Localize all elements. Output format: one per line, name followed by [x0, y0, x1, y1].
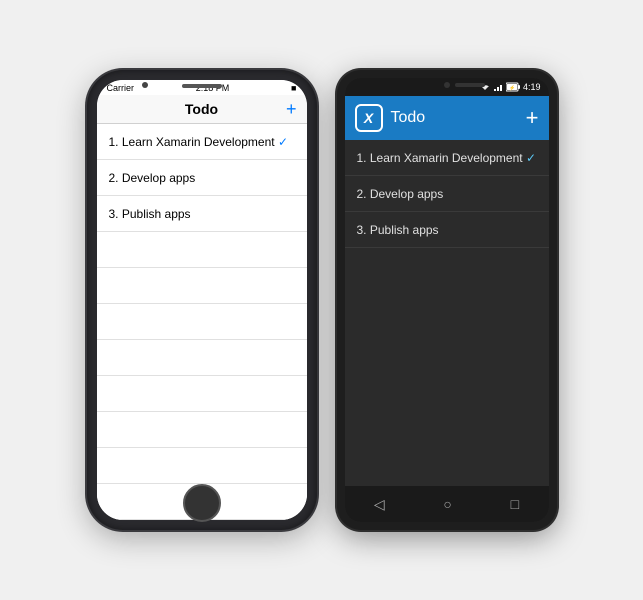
xamarin-logo: X	[355, 104, 383, 132]
ios-list-item-1[interactable]: 1. Learn Xamarin Development ✓	[97, 124, 307, 160]
ios-list-item-3[interactable]: 3. Publish apps	[97, 196, 307, 232]
svg-text:⚡: ⚡	[509, 85, 515, 92]
android-camera	[444, 82, 450, 88]
android-battery-icon: ⚡	[506, 82, 520, 92]
ios-item-3-label: 3. Publish apps	[109, 207, 191, 221]
android-todo-list: 1. Learn Xamarin Development ✓ 2. Develo…	[345, 140, 549, 486]
ios-empty-row-7	[97, 448, 307, 484]
ios-empty-row-2	[97, 268, 307, 304]
ios-battery: ■	[291, 83, 296, 93]
phones-container: Carrier 2:18 PM ■ Todo + 1. Learn Xamari…	[87, 70, 557, 530]
ios-empty-row-6	[97, 412, 307, 448]
ios-nav-title: Todo	[185, 101, 218, 117]
iphone-device: Carrier 2:18 PM ■ Todo + 1. Learn Xamari…	[87, 70, 317, 530]
ios-empty-row-1	[97, 232, 307, 268]
ios-add-button[interactable]: +	[286, 99, 297, 120]
iphone-screen: Carrier 2:18 PM ■ Todo + 1. Learn Xamari…	[97, 80, 307, 520]
ios-item-2-label: 2. Develop apps	[109, 171, 196, 185]
android-speaker	[455, 83, 485, 87]
android-device: ⚡ 4:19 X Todo + 1. Learn Xamarin Develo	[337, 70, 557, 530]
xamarin-logo-text: X	[364, 110, 373, 126]
android-recents-button[interactable]: □	[511, 496, 519, 512]
ios-empty-row-5	[97, 376, 307, 412]
android-status-icons: ⚡ 4:19	[480, 82, 541, 92]
ios-todo-list: 1. Learn Xamarin Development ✓ 2. Develo…	[97, 124, 307, 520]
android-add-button[interactable]: +	[526, 105, 539, 131]
android-list-item-3[interactable]: 3. Publish apps	[345, 212, 549, 248]
ios-empty-row-4	[97, 340, 307, 376]
android-item-1-label: 1. Learn Xamarin Development ✓	[357, 151, 537, 165]
android-list-item-1[interactable]: 1. Learn Xamarin Development ✓	[345, 140, 549, 176]
android-toolbar-title: Todo	[391, 109, 426, 127]
android-item-3-label: 3. Publish apps	[357, 223, 439, 237]
android-item-2-label: 2. Develop apps	[357, 187, 444, 201]
android-list-item-2[interactable]: 2. Develop apps	[345, 176, 549, 212]
ios-carrier: Carrier	[107, 83, 135, 93]
iphone-speaker	[182, 84, 222, 88]
ios-list-item-2[interactable]: 2. Develop apps	[97, 160, 307, 196]
ios-empty-row-3	[97, 304, 307, 340]
android-screen: ⚡ 4:19 X Todo + 1. Learn Xamarin Develo	[345, 78, 549, 522]
iphone-camera	[142, 82, 148, 88]
android-time: 4:19	[523, 82, 541, 92]
android-nav-bar: ◁ ○ □	[345, 486, 549, 522]
iphone-home-button[interactable]	[183, 484, 221, 522]
ios-item-1-label: 1. Learn Xamarin Development ✓	[109, 135, 289, 149]
android-toolbar: X Todo +	[345, 96, 549, 140]
android-back-button[interactable]: ◁	[374, 496, 385, 513]
android-home-button[interactable]: ○	[443, 496, 451, 512]
android-toolbar-left: X Todo	[355, 104, 426, 132]
ios-navbar: Todo +	[97, 95, 307, 124]
android-signal-icon	[493, 82, 503, 92]
